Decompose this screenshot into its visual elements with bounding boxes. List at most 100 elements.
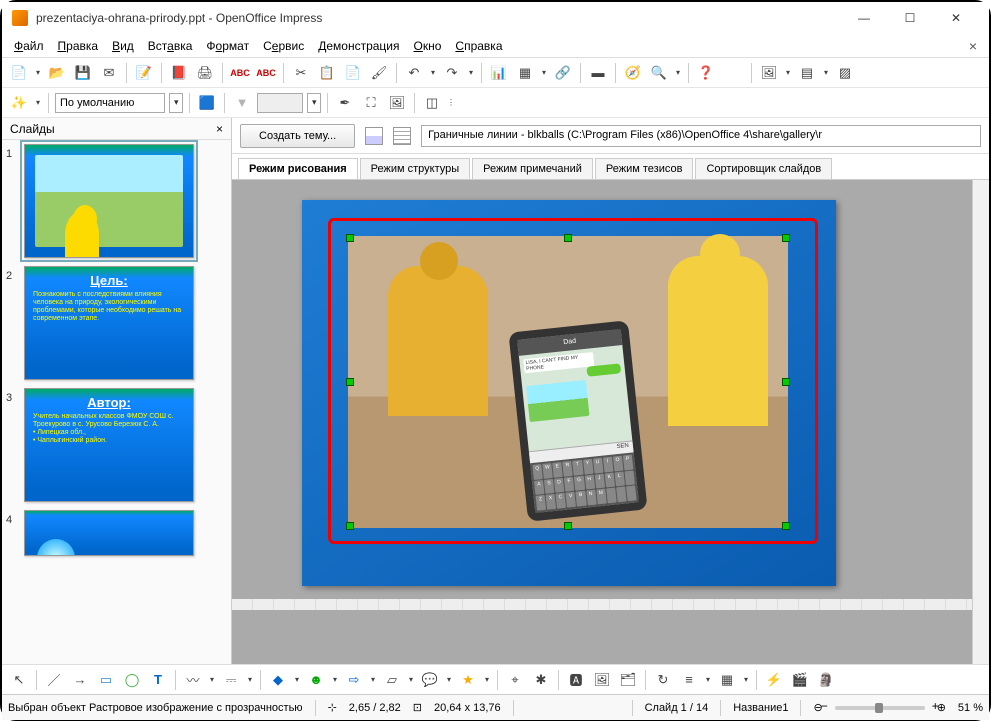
menu-file[interactable]: Файл	[8, 37, 50, 55]
gallery-list-view-icon[interactable]	[393, 127, 411, 145]
drop[interactable]: ▾	[208, 669, 216, 691]
gallery-button[interactable]: 🖼	[758, 62, 780, 84]
area-color-button[interactable]: 🟦	[196, 92, 218, 114]
slides-panel-close-icon[interactable]: ×	[216, 122, 223, 136]
basic-shapes-tool[interactable]: ◆	[267, 669, 289, 691]
fontwork-tool[interactable]: 🅰	[565, 669, 587, 691]
ellipse-tool[interactable]: ◯	[121, 669, 143, 691]
resize-handle[interactable]	[346, 378, 354, 386]
slide-design-button[interactable]: ▨	[834, 62, 856, 84]
menu-help[interactable]: Справка	[449, 37, 508, 55]
menu-insert[interactable]: Вставка	[142, 37, 199, 55]
drop[interactable]: ▾	[742, 669, 750, 691]
effects-button[interactable]: ✨	[8, 92, 30, 114]
arrow-tool[interactable]: →	[69, 669, 91, 691]
undo-dropdown[interactable]: ▾	[429, 62, 437, 84]
maximize-button[interactable]: ☐	[887, 2, 933, 34]
toolbar-overflow[interactable]: ⋮	[447, 92, 455, 114]
menu-slideshow[interactable]: Демонстрация	[312, 37, 405, 55]
text-tool[interactable]: T	[147, 669, 169, 691]
presentation-button[interactable]: ▬	[587, 62, 609, 84]
chart-button[interactable]: 📊	[488, 62, 510, 84]
arrange-tool[interactable]: ▦	[716, 669, 738, 691]
star-tool[interactable]: ★	[457, 669, 479, 691]
save-button[interactable]: 💾	[72, 62, 94, 84]
open-button[interactable]: 📂	[46, 62, 68, 84]
close-button[interactable]: ✕	[933, 2, 979, 34]
undo-button[interactable]: ↶	[403, 62, 425, 84]
symbol-shapes-tool[interactable]: ☻	[305, 669, 327, 691]
zoom-button[interactable]: 🔍	[648, 62, 670, 84]
rect-tool[interactable]: ▭	[95, 669, 117, 691]
drop[interactable]: ▾	[369, 669, 377, 691]
menu-edit[interactable]: Правка	[52, 37, 105, 55]
drop[interactable]: ▾	[483, 669, 491, 691]
zoom-dropdown[interactable]: ▾	[674, 62, 682, 84]
resize-handle[interactable]	[782, 234, 790, 242]
flowchart-tool[interactable]: ▱	[381, 669, 403, 691]
slide-thumb-1[interactable]: 1	[6, 144, 227, 258]
drop[interactable]: ▾	[407, 669, 415, 691]
interaction-tool[interactable]: ⚡	[763, 669, 785, 691]
tab-handout[interactable]: Режим тезисов	[595, 158, 694, 179]
menu-window[interactable]: Окно	[408, 37, 448, 55]
canvas-area[interactable]: Dad LISA, I CAN'T FIND MY PHONE SEN QWER…	[232, 180, 989, 664]
help-button[interactable]: ❓	[695, 62, 717, 84]
tab-drawing[interactable]: Режим рисования	[238, 158, 358, 179]
from-file-tool[interactable]: 🖼	[591, 669, 613, 691]
status-zoom[interactable]: 51 %	[958, 702, 983, 714]
email-button[interactable]: ✉	[98, 62, 120, 84]
menu-tools[interactable]: Сервис	[257, 37, 310, 55]
align-tool[interactable]: ≡	[678, 669, 700, 691]
points-tool[interactable]: ⌖	[504, 669, 526, 691]
redo-dropdown[interactable]: ▾	[467, 62, 475, 84]
animation-tool[interactable]: 🎬	[789, 669, 811, 691]
print-button[interactable]: 🖨	[194, 62, 216, 84]
spellcheck-button[interactable]: ABC	[229, 62, 251, 84]
table-button[interactable]: ▦	[514, 62, 536, 84]
style-combo-drop[interactable]: ▾	[169, 93, 183, 113]
pdf-button[interactable]: 📕	[168, 62, 190, 84]
copy-button[interactable]: 📋	[316, 62, 338, 84]
minimize-button[interactable]: —	[841, 2, 887, 34]
drop[interactable]: ▾	[445, 669, 453, 691]
glue-tool[interactable]: ✱	[530, 669, 552, 691]
rotate-tool[interactable]: ↻	[652, 669, 674, 691]
document-close-icon[interactable]: ×	[963, 36, 983, 56]
edit-button[interactable]: 📝	[133, 62, 155, 84]
autospell-button[interactable]: ABC	[255, 62, 277, 84]
slide-thumb-4[interactable]: 4	[6, 510, 227, 556]
select-tool[interactable]: ↖	[8, 669, 30, 691]
paste-button[interactable]: 📄	[342, 62, 364, 84]
drop[interactable]: ▾	[293, 669, 301, 691]
fill-color-drop[interactable]: ▾	[307, 93, 321, 113]
zoom-slider[interactable]	[835, 706, 925, 710]
tab-notes[interactable]: Режим примечаний	[472, 158, 593, 179]
layout-dropdown[interactable]: ▾	[822, 62, 830, 84]
slide-layout-button[interactable]: ▤	[796, 62, 818, 84]
3d-tool[interactable]: 🗿	[815, 669, 837, 691]
extrusion-button[interactable]: ◫	[421, 92, 443, 114]
gallery-icons-view-icon[interactable]	[365, 127, 383, 145]
connector-tool[interactable]: ⎓	[220, 669, 242, 691]
callout-tool[interactable]: 💬	[419, 669, 441, 691]
curve-tool[interactable]: 〰	[182, 669, 204, 691]
tab-sorter[interactable]: Сортировщик слайдов	[695, 158, 832, 179]
gallery-dropdown[interactable]: ▾	[784, 62, 792, 84]
create-theme-button[interactable]: Создать тему...	[240, 124, 355, 148]
shadow-button[interactable]: ▼	[231, 92, 253, 114]
block-arrows-tool[interactable]: ⇨	[343, 669, 365, 691]
crop-button[interactable]: ⛶	[360, 92, 382, 114]
resize-handle[interactable]	[346, 234, 354, 242]
menu-format[interactable]: Формат	[200, 37, 255, 55]
style-combo[interactable]: По умолчанию	[55, 93, 165, 113]
new-button[interactable]: 📄	[8, 62, 30, 84]
image-button[interactable]: 🖼	[386, 92, 408, 114]
slide-thumb-3[interactable]: 3 Автор: Учитель начальных классов ФМОУ …	[6, 388, 227, 502]
drop[interactable]: ▾	[331, 669, 339, 691]
gallery-tool[interactable]: 🗂	[617, 669, 639, 691]
drop[interactable]: ▾	[704, 669, 712, 691]
filter-button[interactable]: ✒	[334, 92, 356, 114]
fill-color-box[interactable]	[257, 93, 303, 113]
resize-handle[interactable]	[564, 234, 572, 242]
